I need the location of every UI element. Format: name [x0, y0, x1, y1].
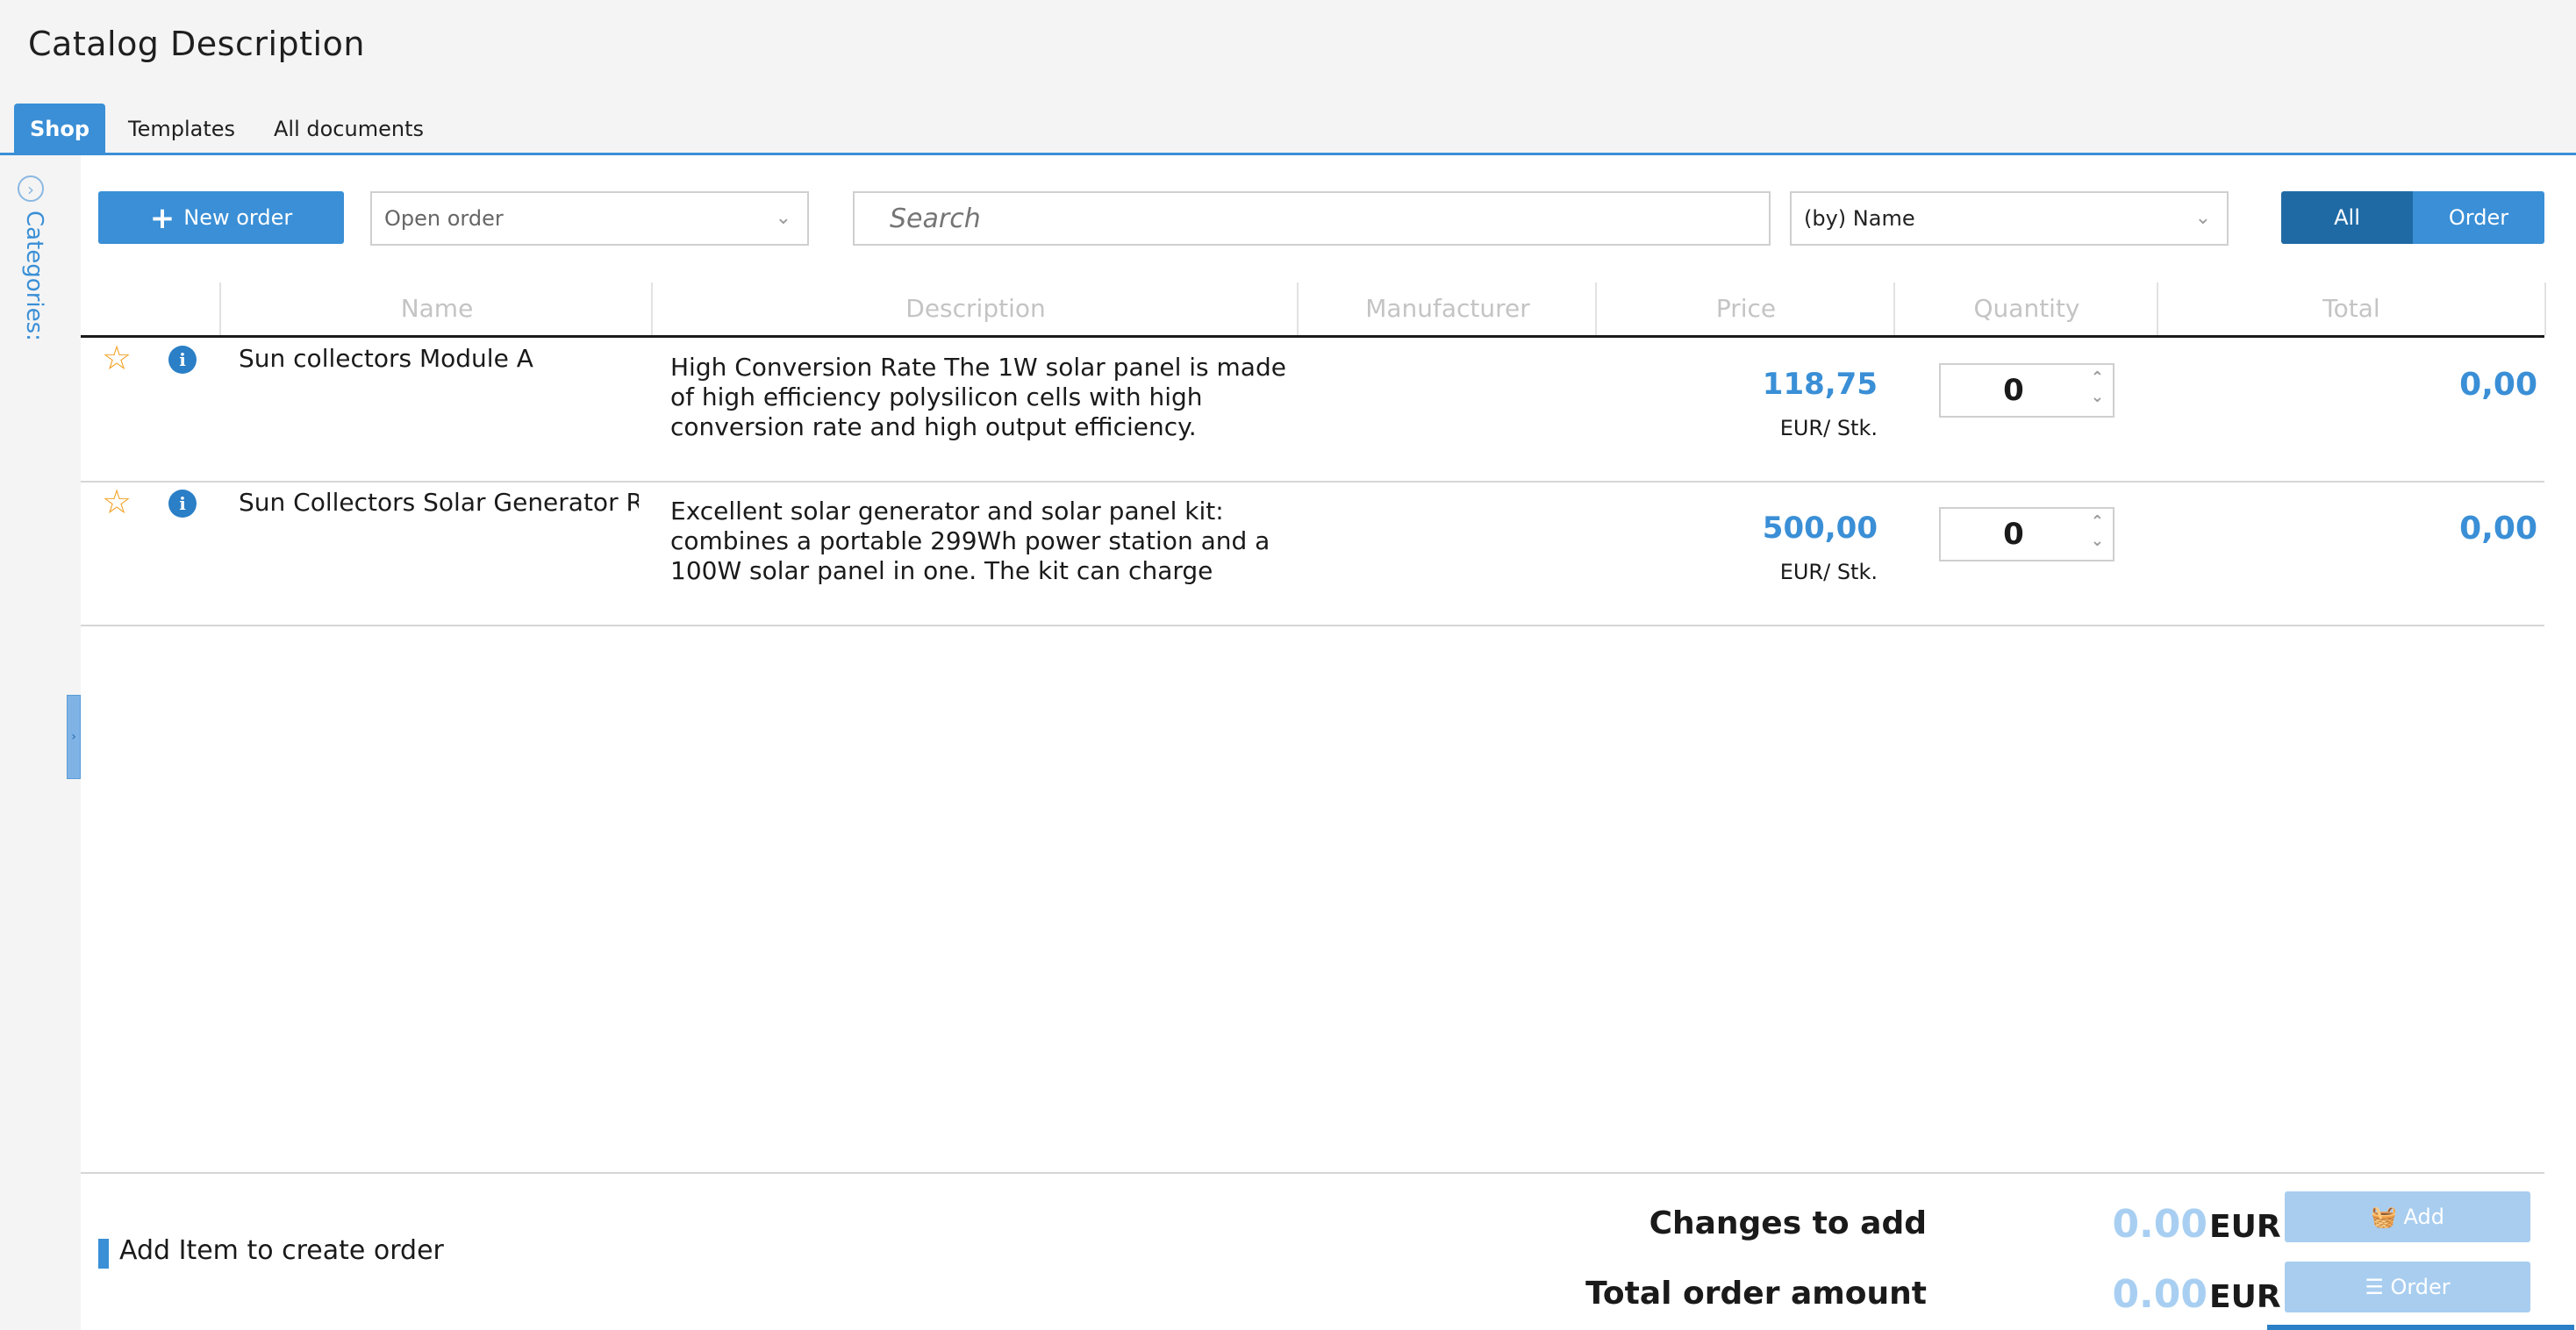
footer-divider: [81, 1172, 2544, 1174]
order-button[interactable]: ☰ Order: [2285, 1262, 2530, 1312]
search-input[interactable]: [853, 191, 1771, 246]
item-description: Excellent solar generator and solar pane…: [670, 497, 1270, 585]
item-name[interactable]: Sun collectors Module A: [239, 344, 639, 373]
new-order-label: New order: [183, 205, 293, 230]
item-name[interactable]: Sun Collectors Solar Generator R60: [239, 488, 639, 517]
quantity-stepper[interactable]: 0 ⌃ ⌄: [1939, 507, 2114, 561]
sort-value: (by) Name: [1804, 206, 1915, 231]
filter-order-button[interactable]: Order: [2413, 191, 2544, 244]
item-total: 0,00: [2459, 367, 2537, 403]
favorite-star-icon[interactable]: ☆: [102, 483, 132, 521]
order-label: Order: [2390, 1275, 2451, 1299]
collapse-handle[interactable]: ›: [67, 695, 81, 779]
quantity-value: 0: [2003, 517, 2024, 552]
item-price: 500,00: [1762, 511, 1878, 546]
chevron-down-icon: ⌄: [2194, 207, 2211, 229]
open-order-value: Open order: [384, 206, 504, 231]
add-label: Add: [2403, 1205, 2444, 1229]
add-button[interactable]: 🧺 Add: [2285, 1191, 2530, 1242]
info-icon[interactable]: i: [168, 490, 197, 518]
hint-marker: [98, 1239, 109, 1269]
total-order-amount-label: Total order amount: [1585, 1276, 1927, 1312]
page-title: Catalog Description: [28, 25, 365, 63]
checklist-icon: ☰: [2365, 1275, 2391, 1299]
tab-templates[interactable]: Templates: [112, 104, 251, 154]
stepper-arrows-icon[interactable]: ⌃ ⌄: [2091, 512, 2104, 551]
changes-to-add-currency: EUR: [2209, 1209, 2281, 1245]
chevron-down-icon: ⌄: [775, 207, 791, 229]
stepper-arrows-icon[interactable]: ⌃ ⌄: [2091, 368, 2104, 407]
plus-icon: +: [149, 201, 175, 236]
item-unit: EUR/ Stk.: [1779, 560, 1878, 584]
favorite-star-icon[interactable]: ☆: [102, 339, 132, 377]
row-divider: [81, 625, 2544, 626]
column-header-total[interactable]: Total: [2157, 282, 2546, 335]
total-order-amount-value: 0.00: [2112, 1272, 2207, 1317]
tab-shop[interactable]: Shop: [14, 104, 106, 154]
quantity-stepper[interactable]: 0 ⌃ ⌄: [1939, 363, 2114, 418]
changes-to-add-value: 0.00: [2112, 1202, 2207, 1247]
quantity-value: 0: [2003, 373, 2024, 408]
new-order-button[interactable]: + New order: [98, 191, 344, 244]
footer-hint: Add Item to create order: [119, 1235, 444, 1266]
item-total: 0,00: [2459, 511, 2537, 547]
filter-all-button[interactable]: All: [2281, 191, 2413, 244]
column-header-description[interactable]: Description: [651, 282, 1299, 335]
row-divider: [81, 481, 2544, 483]
item-unit: EUR/ Stk.: [1779, 416, 1878, 440]
chevron-right-circle-icon[interactable]: ›: [18, 175, 44, 202]
bottom-action-strip[interactable]: [2267, 1325, 2574, 1330]
table-header-divider: [81, 335, 2544, 338]
column-header-quantity[interactable]: Quantity: [1893, 282, 2158, 335]
tab-all-documents[interactable]: All documents: [258, 104, 440, 154]
open-order-select[interactable]: Open order ⌄: [370, 191, 809, 246]
item-description: High Conversion Rate The 1W solar panel …: [670, 353, 1286, 441]
column-header-price[interactable]: Price: [1595, 282, 1895, 335]
total-order-amount-currency: EUR: [2209, 1279, 2281, 1315]
categories-label[interactable]: Categories:: [21, 211, 47, 341]
column-header-name[interactable]: Name: [219, 282, 653, 335]
column-header-manufacturer[interactable]: Manufacturer: [1297, 282, 1597, 335]
info-icon[interactable]: i: [168, 346, 197, 374]
sort-select[interactable]: (by) Name ⌄: [1790, 191, 2229, 246]
item-price: 118,75: [1762, 367, 1878, 402]
changes-to-add-label: Changes to add: [1649, 1205, 1927, 1241]
basket-icon: 🧺: [2371, 1205, 2404, 1229]
